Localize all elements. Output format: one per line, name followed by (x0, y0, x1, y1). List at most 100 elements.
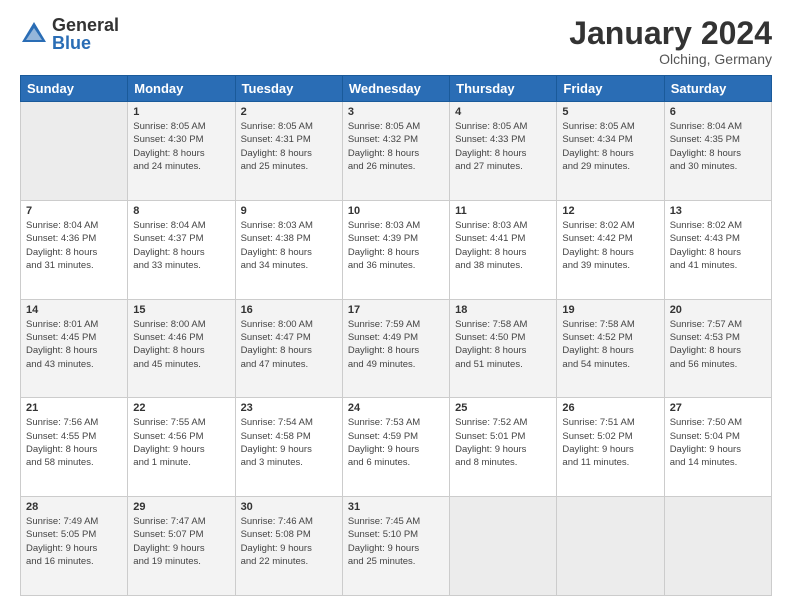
weekday-header: Tuesday (235, 76, 342, 102)
day-info: Sunrise: 7:57 AM Sunset: 4:53 PM Dayligh… (670, 318, 766, 371)
day-info: Sunrise: 7:49 AM Sunset: 5:05 PM Dayligh… (26, 515, 122, 568)
day-number: 28 (26, 501, 122, 513)
header: General Blue January 2024 Olching, Germa… (20, 16, 772, 67)
calendar-cell: 8Sunrise: 8:04 AM Sunset: 4:37 PM Daylig… (128, 200, 235, 299)
day-info: Sunrise: 7:59 AM Sunset: 4:49 PM Dayligh… (348, 318, 444, 371)
day-number: 10 (348, 205, 444, 217)
calendar-cell (21, 102, 128, 201)
calendar-cell: 6Sunrise: 8:04 AM Sunset: 4:35 PM Daylig… (664, 102, 771, 201)
logo-general: General (52, 16, 119, 34)
weekday-header: Wednesday (342, 76, 449, 102)
logo: General Blue (20, 16, 119, 52)
calendar-cell: 3 Sunrise: 8:05 AM Sunset: 4:32 PM Daylig… (342, 102, 449, 201)
calendar-cell: 27 Sunrise: 7:50 AM Sunset: 5:04 PM Dayli… (664, 398, 771, 497)
calendar-cell: 10Sunrise: 8:03 AM Sunset: 4:39 PM Dayli… (342, 200, 449, 299)
day-number: 11 (455, 205, 551, 217)
calendar-week-row: 7Sunrise: 8:04 AM Sunset: 4:36 PM Daylig… (21, 200, 772, 299)
calendar-cell: 12 Sunrise: 8:02 AM Sunset: 4:42 PM Dayli… (557, 200, 664, 299)
calendar-cell: 4Sunrise: 8:05 AM Sunset: 4:33 PM Daylig… (450, 102, 557, 201)
weekday-header: Saturday (664, 76, 771, 102)
day-number: 9 (241, 205, 337, 217)
calendar-cell: 29Sunrise: 7:47 AM Sunset: 5:07 PM Dayli… (128, 497, 235, 596)
day-info: Sunrise: 8:05 AM Sunset: 4:34 PM Dayligh… (562, 120, 658, 173)
day-info: Sunrise: 7:50 AM Sunset: 5:04 PM Dayligh… (670, 416, 766, 469)
calendar-cell: 30Sunrise: 7:46 AM Sunset: 5:08 PM Dayli… (235, 497, 342, 596)
calendar-week-row: 21Sunrise: 7:56 AM Sunset: 4:55 PM Dayli… (21, 398, 772, 497)
calendar-cell: 26Sunrise: 7:51 AM Sunset: 5:02 PM Dayli… (557, 398, 664, 497)
calendar-cell: 7Sunrise: 8:04 AM Sunset: 4:36 PM Daylig… (21, 200, 128, 299)
day-info: Sunrise: 7:56 AM Sunset: 4:55 PM Dayligh… (26, 416, 122, 469)
day-info: Sunrise: 7:58 AM Sunset: 4:52 PM Dayligh… (562, 318, 658, 371)
calendar-cell: 31 Sunrise: 7:45 AM Sunset: 5:10 PM Dayli… (342, 497, 449, 596)
page: General Blue January 2024 Olching, Germa… (0, 0, 792, 612)
month-title: January 2024 (569, 16, 772, 51)
day-info: Sunrise: 8:01 AM Sunset: 4:45 PM Dayligh… (26, 318, 122, 371)
weekday-header: Monday (128, 76, 235, 102)
day-number: 8 (133, 205, 229, 217)
calendar-cell: 18Sunrise: 7:58 AM Sunset: 4:50 PM Dayli… (450, 299, 557, 398)
calendar-cell: 5 Sunrise: 8:05 AM Sunset: 4:34 PM Daylig… (557, 102, 664, 201)
calendar-cell: 16Sunrise: 8:00 AM Sunset: 4:47 PM Dayli… (235, 299, 342, 398)
day-info: Sunrise: 7:52 AM Sunset: 5:01 PM Dayligh… (455, 416, 551, 469)
calendar-week-row: 28 Sunrise: 7:49 AM Sunset: 5:05 PM Dayli… (21, 497, 772, 596)
calendar-week-row: 14Sunrise: 8:01 AM Sunset: 4:45 PM Dayli… (21, 299, 772, 398)
logo-text: General Blue (52, 16, 119, 52)
calendar-cell: 9 Sunrise: 8:03 AM Sunset: 4:38 PM Daylig… (235, 200, 342, 299)
weekday-header: Sunday (21, 76, 128, 102)
day-number: 5 (562, 106, 658, 118)
title-area: January 2024 Olching, Germany (569, 16, 772, 67)
day-info: Sunrise: 8:05 AM Sunset: 4:32 PM Dayligh… (348, 120, 444, 173)
calendar-cell: 28 Sunrise: 7:49 AM Sunset: 5:05 PM Dayli… (21, 497, 128, 596)
day-info: Sunrise: 8:02 AM Sunset: 4:43 PM Dayligh… (670, 219, 766, 272)
day-info: Sunrise: 8:03 AM Sunset: 4:41 PM Dayligh… (455, 219, 551, 272)
day-number: 22 (133, 402, 229, 414)
day-number: 1 (133, 106, 229, 118)
day-info: Sunrise: 7:53 AM Sunset: 4:59 PM Dayligh… (348, 416, 444, 469)
calendar-cell (557, 497, 664, 596)
day-number: 7 (26, 205, 122, 217)
day-number: 12 (562, 205, 658, 217)
weekday-header: Friday (557, 76, 664, 102)
day-number: 25 (455, 402, 551, 414)
location: Olching, Germany (569, 51, 772, 67)
calendar-cell: 11 Sunrise: 8:03 AM Sunset: 4:41 PM Dayli… (450, 200, 557, 299)
calendar-cell: 2Sunrise: 8:05 AM Sunset: 4:31 PM Daylig… (235, 102, 342, 201)
day-info: Sunrise: 7:54 AM Sunset: 4:58 PM Dayligh… (241, 416, 337, 469)
logo-blue: Blue (52, 34, 119, 52)
calendar-table: SundayMondayTuesdayWednesdayThursdayFrid… (20, 75, 772, 596)
calendar-cell (450, 497, 557, 596)
day-info: Sunrise: 8:03 AM Sunset: 4:38 PM Dayligh… (241, 219, 337, 272)
calendar-cell: 20 Sunrise: 7:57 AM Sunset: 4:53 PM Dayli… (664, 299, 771, 398)
calendar-cell: 25 Sunrise: 7:52 AM Sunset: 5:01 PM Dayli… (450, 398, 557, 497)
calendar-cell: 1 Sunrise: 8:05 AM Sunset: 4:30 PM Daylig… (128, 102, 235, 201)
day-number: 6 (670, 106, 766, 118)
calendar-cell: 15 Sunrise: 8:00 AM Sunset: 4:46 PM Dayli… (128, 299, 235, 398)
calendar-cell: 24Sunrise: 7:53 AM Sunset: 4:59 PM Dayli… (342, 398, 449, 497)
day-number: 4 (455, 106, 551, 118)
day-number: 2 (241, 106, 337, 118)
calendar-week-row: 1 Sunrise: 8:05 AM Sunset: 4:30 PM Daylig… (21, 102, 772, 201)
day-number: 3 (348, 106, 444, 118)
day-number: 31 (348, 501, 444, 513)
logo-icon (20, 20, 48, 48)
calendar-cell: 14Sunrise: 8:01 AM Sunset: 4:45 PM Dayli… (21, 299, 128, 398)
calendar-header-row: SundayMondayTuesdayWednesdayThursdayFrid… (21, 76, 772, 102)
day-info: Sunrise: 7:45 AM Sunset: 5:10 PM Dayligh… (348, 515, 444, 568)
day-number: 20 (670, 304, 766, 316)
day-info: Sunrise: 7:55 AM Sunset: 4:56 PM Dayligh… (133, 416, 229, 469)
day-number: 23 (241, 402, 337, 414)
calendar-cell: 22 Sunrise: 7:55 AM Sunset: 4:56 PM Dayli… (128, 398, 235, 497)
calendar-cell (664, 497, 771, 596)
calendar-cell: 19Sunrise: 7:58 AM Sunset: 4:52 PM Dayli… (557, 299, 664, 398)
day-number: 13 (670, 205, 766, 217)
day-info: Sunrise: 8:02 AM Sunset: 4:42 PM Dayligh… (562, 219, 658, 272)
day-info: Sunrise: 8:00 AM Sunset: 4:47 PM Dayligh… (241, 318, 337, 371)
day-number: 17 (348, 304, 444, 316)
day-info: Sunrise: 8:05 AM Sunset: 4:30 PM Dayligh… (133, 120, 229, 173)
day-number: 30 (241, 501, 337, 513)
day-number: 27 (670, 402, 766, 414)
day-number: 15 (133, 304, 229, 316)
calendar-cell: 13 Sunrise: 8:02 AM Sunset: 4:43 PM Dayli… (664, 200, 771, 299)
day-number: 29 (133, 501, 229, 513)
day-info: Sunrise: 8:00 AM Sunset: 4:46 PM Dayligh… (133, 318, 229, 371)
